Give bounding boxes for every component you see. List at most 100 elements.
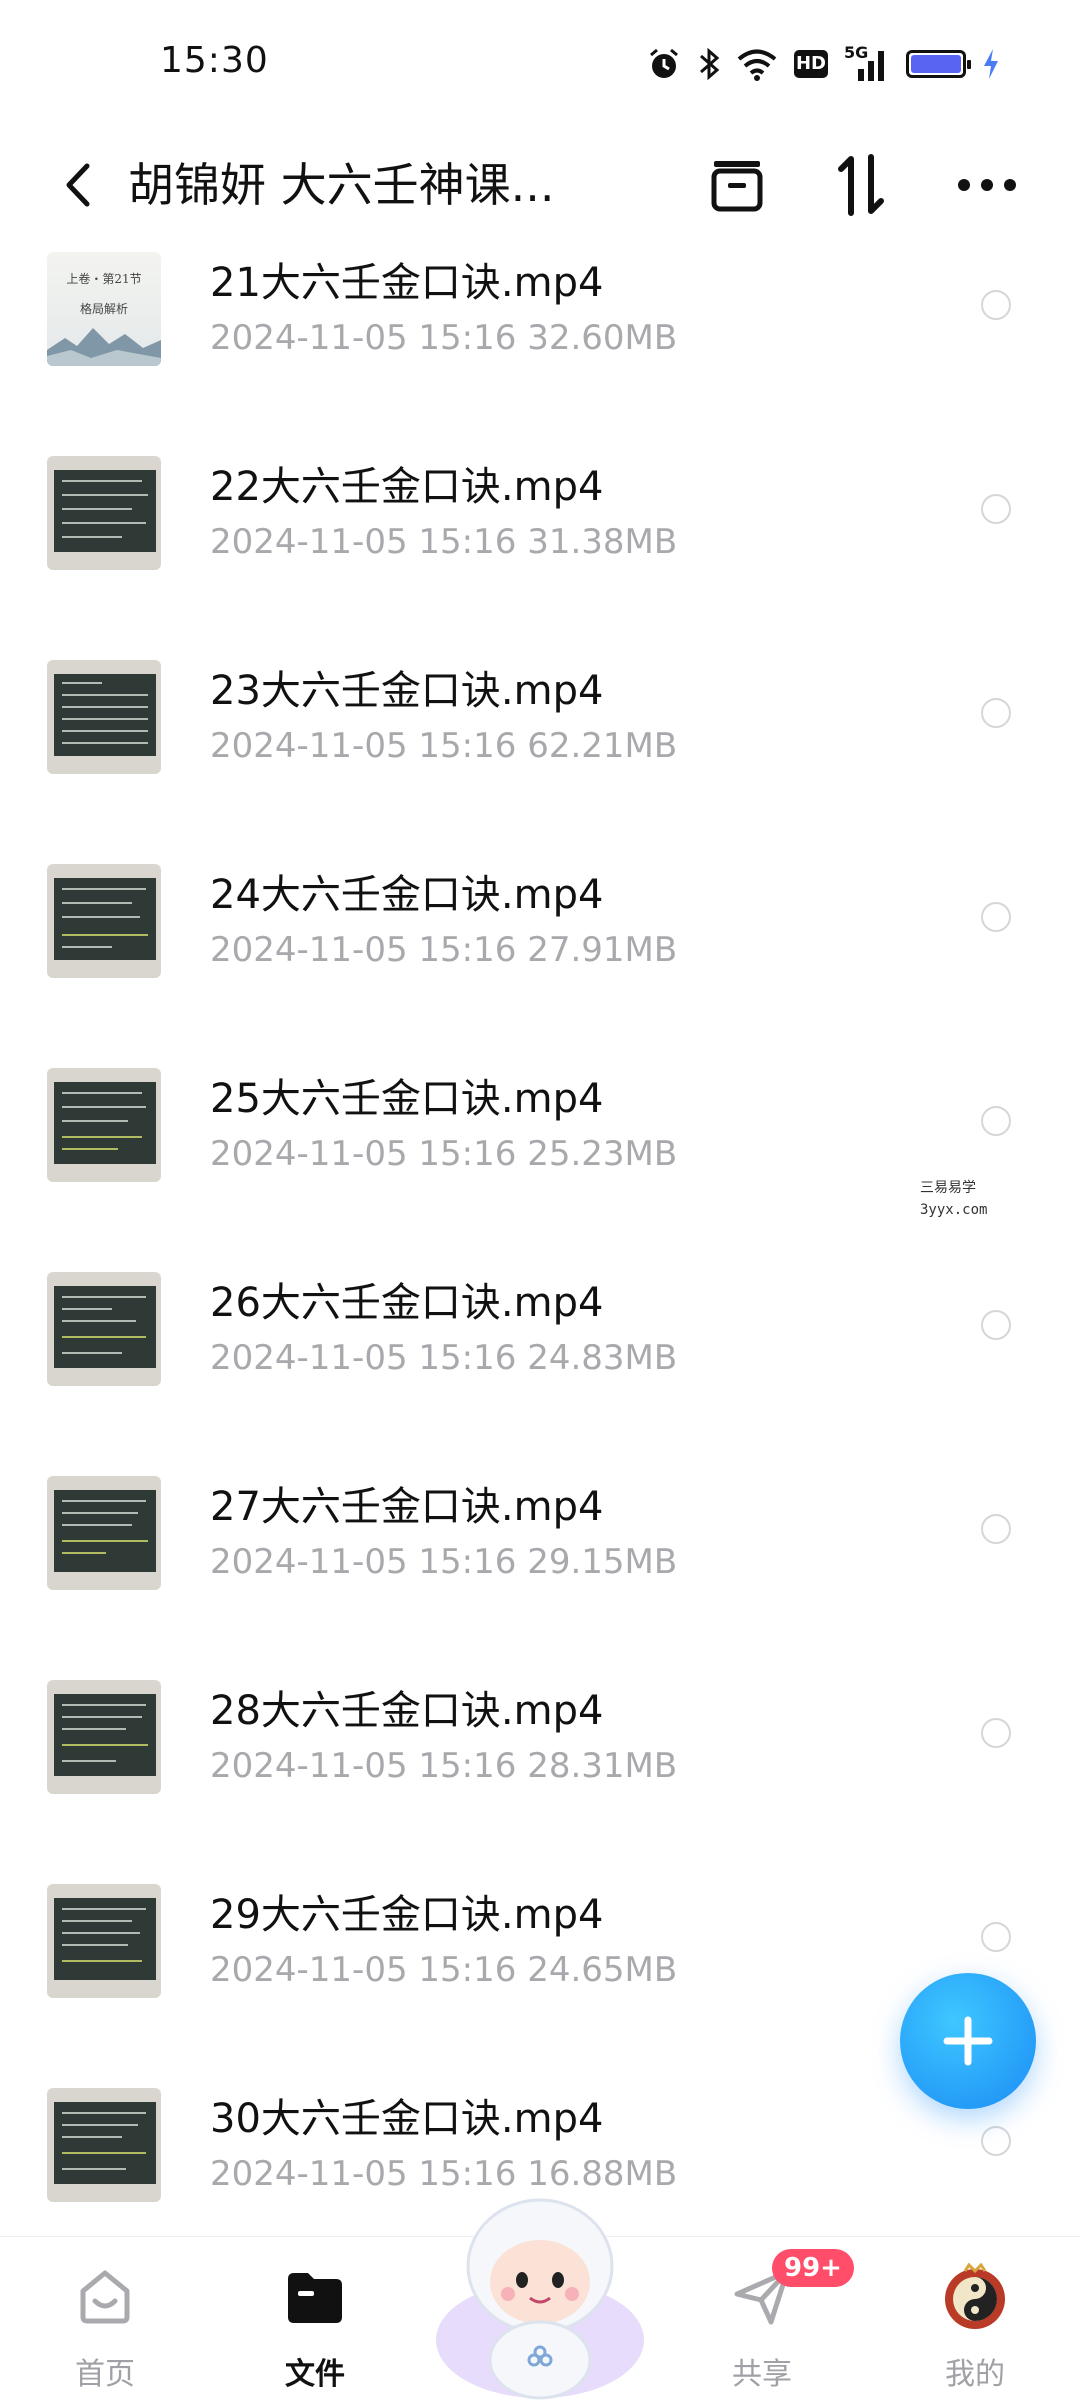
- alarm-icon: [650, 48, 678, 78]
- nav-item-home[interactable]: 首页: [35, 2237, 175, 2400]
- file-size: 28.31MB: [527, 1746, 678, 1786]
- more-icon: [958, 179, 1016, 191]
- folder-icon: [281, 2263, 349, 2331]
- sort-icon: [838, 154, 884, 216]
- file-row[interactable]: 22大六壬金口诀.mp4 2024-11-05 15:16 31.38MB: [0, 444, 1080, 648]
- more-button[interactable]: [954, 152, 1020, 218]
- select-radio[interactable]: [981, 1310, 1011, 1340]
- file-size: 25.23MB: [527, 1134, 678, 1174]
- file-name: 23大六壬金口诀.mp4: [210, 668, 604, 714]
- file-meta: 2024-11-05 15:16 62.21MB: [210, 726, 677, 766]
- nav-item-mine[interactable]: 我的: [905, 2237, 1045, 2400]
- box-button[interactable]: [704, 152, 770, 218]
- video-thumbnail: [47, 1884, 161, 1998]
- assistant-mascot-button[interactable]: [430, 2170, 650, 2400]
- file-name: 26大六壬金口诀.mp4: [210, 1280, 604, 1326]
- file-meta: 2024-11-05 15:16 31.38MB: [210, 522, 677, 562]
- file-row[interactable]: 26大六壬金口诀.mp4 2024-11-05 15:16 24.83MB: [0, 1260, 1080, 1464]
- file-meta: 2024-11-05 15:16 28.31MB: [210, 1746, 677, 1786]
- chalkboard-image: [54, 1286, 156, 1368]
- back-button[interactable]: [48, 152, 108, 218]
- video-thumbnail: [47, 864, 161, 978]
- chalkboard-image: [54, 1694, 156, 1776]
- mascot-icon: [436, 2198, 644, 2400]
- nav-label: 共享: [732, 2357, 792, 2392]
- nav-item-share[interactable]: 99+ 共享: [692, 2237, 854, 2400]
- file-meta: 2024-11-05 15:16 32.60MB: [210, 318, 677, 358]
- file-name: 22大六壬金口诀.mp4: [210, 464, 604, 510]
- video-thumbnail: [47, 1680, 161, 1794]
- file-name: 21大六壬金口诀.mp4: [210, 260, 604, 306]
- file-size: 62.21MB: [527, 726, 678, 766]
- chalkboard-image: [54, 878, 156, 960]
- 5g-signal-icon: 5G: [844, 43, 890, 81]
- chalkboard-image: [54, 674, 156, 756]
- chalkboard-image: [54, 470, 156, 552]
- file-size: 32.60MB: [527, 318, 678, 358]
- wifi-icon: [737, 49, 777, 81]
- file-row[interactable]: 28大六壬金口诀.mp4 2024-11-05 15:16 28.31MB: [0, 1668, 1080, 1872]
- video-thumbnail: [47, 2088, 161, 2202]
- file-date: 2024-11-05 15:16: [210, 726, 517, 766]
- video-thumbnail: [47, 1272, 161, 1386]
- watermark: 三易易学 3yyx.com: [920, 1177, 987, 1221]
- select-radio[interactable]: [981, 698, 1011, 728]
- select-radio[interactable]: [981, 494, 1011, 524]
- status-time: 15:30: [160, 40, 269, 81]
- sort-button[interactable]: [828, 152, 894, 218]
- video-thumbnail: [47, 1068, 161, 1182]
- file-size: 29.15MB: [527, 1542, 678, 1582]
- file-row[interactable]: 上卷・第21节 格局解析 21大六壬金口诀.mp4 2024-11-05 15:…: [0, 240, 1080, 444]
- file-meta: 2024-11-05 15:16 29.15MB: [210, 1542, 677, 1582]
- file-row[interactable]: 27大六壬金口诀.mp4 2024-11-05 15:16 29.15MB: [0, 1464, 1080, 1668]
- bluetooth-icon: [700, 47, 720, 81]
- file-row[interactable]: 25大六壬金口诀.mp4 2024-11-05 15:16 25.23MB: [0, 1056, 1080, 1260]
- status-icons: HD 5G: [646, 43, 1000, 84]
- header: 胡锦妍 大六壬神课...: [0, 130, 1080, 240]
- thumbnail-title: 上卷・第21节: [66, 272, 142, 286]
- file-name: 25大六壬金口诀.mp4: [210, 1076, 604, 1122]
- file-meta: 2024-11-05 15:16 24.65MB: [210, 1950, 677, 1990]
- file-date: 2024-11-05 15:16: [210, 1134, 517, 1174]
- file-size: 31.38MB: [527, 522, 678, 562]
- select-radio[interactable]: [981, 902, 1011, 932]
- file-row[interactable]: 23大六壬金口诀.mp4 2024-11-05 15:16 62.21MB: [0, 648, 1080, 852]
- select-radio[interactable]: [981, 1514, 1011, 1544]
- file-size: 27.91MB: [527, 930, 678, 970]
- chalkboard-image: [54, 1898, 156, 1980]
- file-row[interactable]: 24大六壬金口诀.mp4 2024-11-05 15:16 27.91MB: [0, 852, 1080, 1056]
- file-name: 30大六壬金口诀.mp4: [210, 2096, 604, 2142]
- video-thumbnail: [47, 456, 161, 570]
- nav-label: 文件: [285, 2357, 345, 2392]
- file-name: 27大六壬金口诀.mp4: [210, 1484, 604, 1530]
- box-icon: [711, 161, 763, 212]
- file-date: 2024-11-05 15:16: [210, 930, 517, 970]
- file-browser-screen: 15:30 HD 5G 胡锦妍 大六壬神课... 上卷・第21节 格局解析 21…: [0, 0, 1080, 2400]
- watermark-line: 3yyx.com: [920, 1202, 988, 1218]
- select-radio[interactable]: [981, 1718, 1011, 1748]
- charging-icon: [984, 49, 998, 79]
- select-radio[interactable]: [981, 290, 1011, 320]
- video-thumbnail: 上卷・第21节 格局解析: [47, 252, 161, 366]
- select-radio[interactable]: [981, 2126, 1011, 2156]
- add-button[interactable]: [900, 1973, 1036, 2109]
- nav-label: 我的: [945, 2357, 1005, 2392]
- file-meta: 2024-11-05 15:16 27.91MB: [210, 930, 677, 970]
- chalkboard-image: [54, 1490, 156, 1572]
- file-date: 2024-11-05 15:16: [210, 1746, 517, 1786]
- nav-item-files[interactable]: 文件: [245, 2237, 385, 2400]
- chalkboard-image: [54, 1082, 156, 1164]
- select-radio[interactable]: [981, 1922, 1011, 1952]
- plus-icon: [943, 2016, 993, 2066]
- chalkboard-image: [54, 2102, 156, 2184]
- back-icon: [66, 163, 90, 207]
- file-name: 24大六壬金口诀.mp4: [210, 872, 604, 918]
- file-list: 上卷・第21节 格局解析 21大六壬金口诀.mp4 2024-11-05 15:…: [0, 240, 1080, 2230]
- file-meta: 2024-11-05 15:16 25.23MB: [210, 1134, 677, 1174]
- video-thumbnail: [47, 1476, 161, 1590]
- select-radio[interactable]: [981, 1106, 1011, 1136]
- watermark-line: 三易易学: [920, 1180, 976, 1196]
- nav-label: 首页: [75, 2357, 135, 2392]
- file-date: 2024-11-05 15:16: [210, 1542, 517, 1582]
- hd-icon: HD: [794, 50, 828, 78]
